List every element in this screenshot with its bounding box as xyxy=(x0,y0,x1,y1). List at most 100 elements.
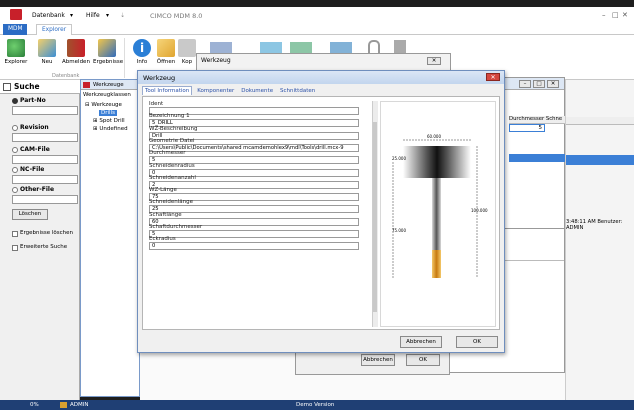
dialog-ok-button[interactable]: OK xyxy=(456,336,498,348)
copy-button[interactable]: Kop xyxy=(176,39,198,65)
tool-info-panel: Ident Bezeichnung 1 5_DRILL WZ-Beschreibung… xyxy=(142,96,500,330)
radio-other-file[interactable] xyxy=(12,187,18,193)
search-icon xyxy=(3,83,11,91)
copy-icon xyxy=(178,39,196,57)
tab-tool-information[interactable]: Tool Information xyxy=(142,86,193,95)
radio-part-no[interactable] xyxy=(12,98,18,104)
new-button[interactable]: Neu xyxy=(33,39,61,65)
status-zoom: 0% xyxy=(30,402,39,408)
dimension-left-1: 25.000 xyxy=(392,156,406,161)
tool-classes-window: Werkzeuge Werkzeugklassen ⊟ Werkzeuge Dr… xyxy=(80,79,140,397)
clear-results-checkbox[interactable] xyxy=(12,231,18,237)
nc-file-input[interactable] xyxy=(12,175,78,184)
radio-nc-file[interactable] xyxy=(12,167,18,173)
logout-icon xyxy=(67,39,85,57)
dialog-cancel-button[interactable]: Abbrechen xyxy=(400,336,442,348)
status-text: 3:48:11 AM Benutzer: ADMIN xyxy=(566,219,623,231)
tool-classes-header: Werkzeugklassen xyxy=(83,92,131,98)
extended-search-label: Erweiterte Suche xyxy=(20,244,68,250)
quick-access-icon[interactable]: ⇣ xyxy=(120,12,125,19)
revision-input[interactable] xyxy=(12,133,78,142)
open-icon xyxy=(157,39,175,57)
tree-item-spot-drill[interactable]: ⊞ Spot Drill xyxy=(93,118,125,124)
status-user: ADMIN xyxy=(70,402,89,408)
right-side-panel: 3:48:11 AM Benutzer: ADMIN xyxy=(565,80,634,400)
new-icon xyxy=(38,39,56,57)
radio-label-other-file: Other-File xyxy=(20,186,55,193)
status-bar: 0% ADMIN Demo Version xyxy=(0,400,634,410)
ribbon-group-label: Datenbank xyxy=(52,73,80,79)
clear-results-label: Ergebnisse löschen xyxy=(20,230,74,236)
dialog-close-icon[interactable]: ✕ xyxy=(486,73,500,81)
selected-row[interactable] xyxy=(509,154,565,162)
hilfe-dropdown-icon[interactable]: ▾ xyxy=(106,12,109,19)
column-header-durchmesser[interactable]: Durchmesser xyxy=(509,116,544,122)
tool-dialog: Werkzeug ✕ Tool Information Komponenter … xyxy=(137,70,505,353)
maximize-button[interactable]: □ xyxy=(612,11,619,19)
tree-item-drills[interactable]: Drills xyxy=(99,110,117,116)
minimize-icon[interactable]: – xyxy=(519,80,531,88)
right-selected-row xyxy=(566,155,634,165)
tool-preview: 60.000 25.000 75.000 100.000 xyxy=(380,101,496,327)
drill-diagram: 60.000 25.000 75.000 100.000 xyxy=(392,134,488,278)
scrollbar-thumb[interactable] xyxy=(373,122,377,312)
background-ok-button[interactable]: OK xyxy=(406,354,440,366)
part-no-input[interactable] xyxy=(12,106,78,115)
ribbon-tabs xyxy=(0,23,634,35)
status-demo-version: Demo Version xyxy=(296,402,335,408)
menu-datenbank[interactable]: Datenbank xyxy=(32,12,65,19)
close-icon[interactable]: ✕ xyxy=(547,80,559,88)
user-icon xyxy=(60,402,67,408)
table-cell[interactable]: 5 xyxy=(509,124,545,132)
tree-item-undefined[interactable]: ⊞ Undefined xyxy=(93,126,128,132)
dimension-right: 100.000 xyxy=(471,208,488,213)
menu-hilfe[interactable]: Hilfe xyxy=(86,12,100,19)
background-cancel-button[interactable]: Abbrechen xyxy=(361,354,395,366)
search-title: Suche xyxy=(14,82,40,91)
radio-cam-file[interactable] xyxy=(12,147,18,153)
table-header: Durchmesser Schne xyxy=(509,116,565,124)
close-button[interactable]: ✕ xyxy=(622,11,628,19)
radio-label-cam-file: CAM-File xyxy=(20,146,50,153)
tab-explorer[interactable]: Explorer xyxy=(36,24,73,35)
clear-search-button[interactable]: Löschen xyxy=(12,209,48,220)
dimension-top: 60.000 xyxy=(427,134,441,139)
logout-button[interactable]: Abmelden xyxy=(62,39,90,65)
maximize-icon[interactable]: □ xyxy=(533,80,545,88)
field-input[interactable]: 2 xyxy=(149,180,359,189)
tab-komponenter[interactable]: Komponenter xyxy=(195,87,236,95)
tree-root[interactable]: ⊟ Werkzeuge xyxy=(85,102,122,108)
field-input[interactable]: 0 xyxy=(149,242,359,251)
search-header: Suche xyxy=(0,80,80,94)
extended-search-checkbox[interactable] xyxy=(12,245,18,251)
tab-dokumente[interactable]: Dokumente xyxy=(239,87,275,95)
window-title: CIMCO MDM 8.0 xyxy=(150,12,203,20)
column-header-schne[interactable]: Schne xyxy=(546,116,562,122)
background-window-title: Werkzeug xyxy=(201,57,231,64)
tab-mdm[interactable]: MDM xyxy=(3,24,28,35)
radio-label-revision: Revision xyxy=(20,124,49,131)
ribbon-separator xyxy=(124,38,125,78)
explorer-icon xyxy=(7,39,25,57)
tab-schnittdaten[interactable]: Schnittdaten xyxy=(278,87,317,95)
radio-label-part-no: Part-No xyxy=(20,97,46,104)
minimize-button[interactable]: – xyxy=(602,11,606,19)
tool-holder xyxy=(403,146,471,178)
tool-flute xyxy=(432,250,441,278)
radio-revision[interactable] xyxy=(12,125,18,131)
datenbank-dropdown-icon[interactable]: ▾ xyxy=(70,12,73,19)
explorer-button[interactable]: Explorer xyxy=(2,39,30,65)
dimension-left-2: 75.000 xyxy=(392,228,406,233)
right-table-header xyxy=(566,117,634,125)
radio-label-nc-file: NC-File xyxy=(20,166,45,173)
background-window-close-icon[interactable]: ✕ xyxy=(427,57,441,65)
window-app-icon xyxy=(83,82,90,88)
app-logo[interactable] xyxy=(10,9,22,20)
dialog-tabs: Tool Information Komponenter Dokumente S… xyxy=(142,86,318,95)
info-icon: i xyxy=(133,39,151,57)
results-icon xyxy=(98,39,116,57)
other-file-input[interactable] xyxy=(12,195,78,204)
field-input[interactable]: 5 xyxy=(149,230,359,238)
cam-file-input[interactable] xyxy=(12,155,78,164)
results-button[interactable]: Ergebnisse xyxy=(93,39,123,65)
